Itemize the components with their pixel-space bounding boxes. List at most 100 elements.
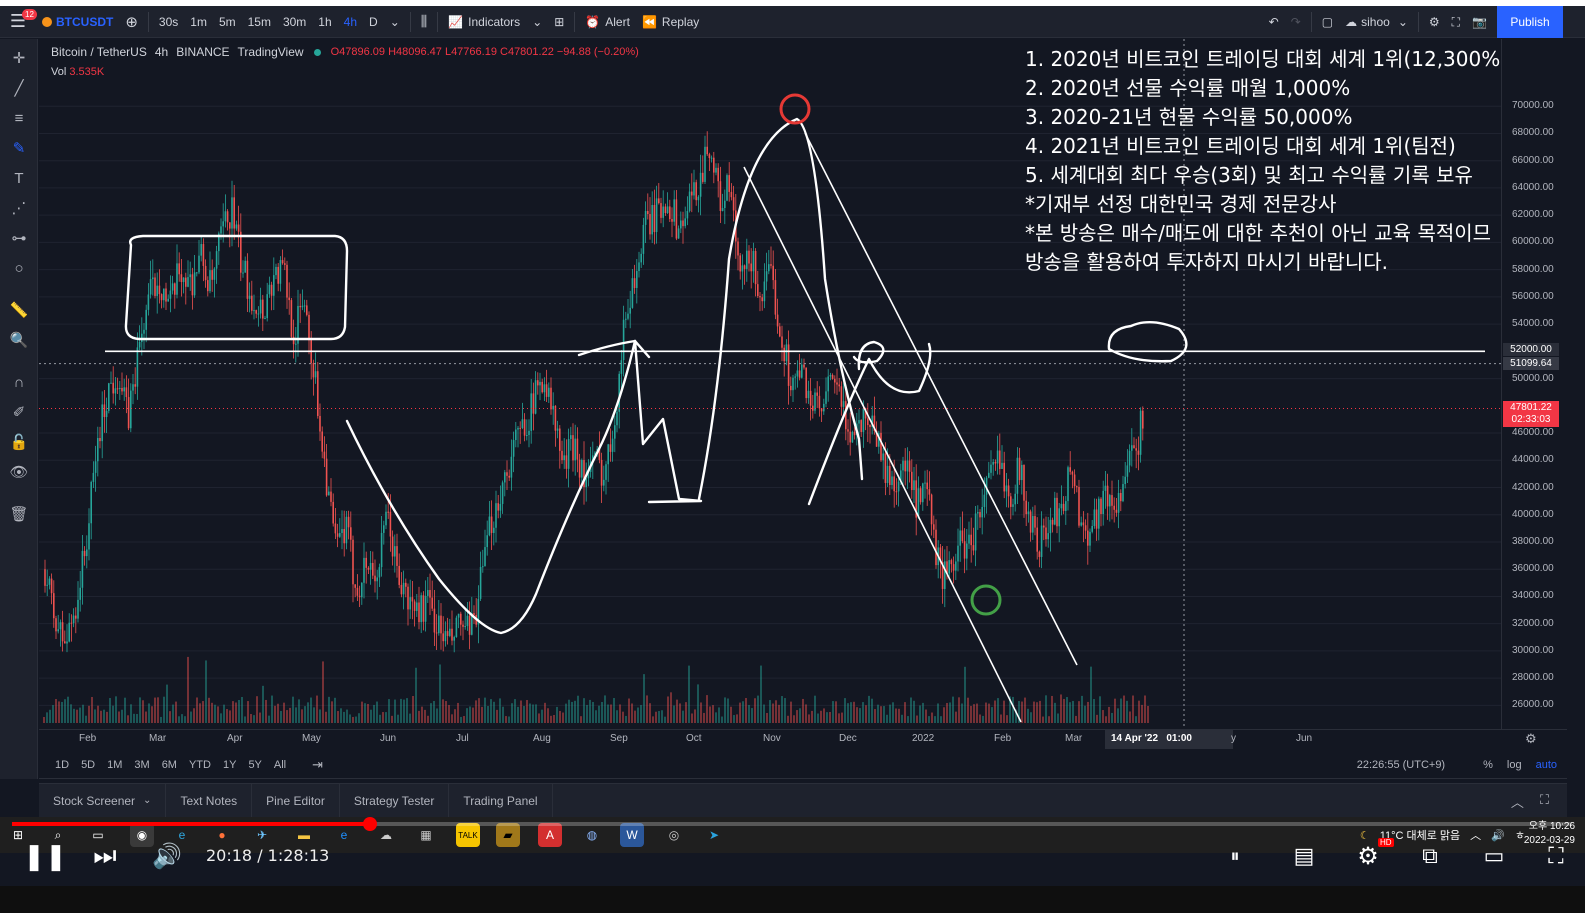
pattern-tool-icon[interactable]: ⋰: [8, 197, 30, 219]
candle-body: [55, 618, 57, 632]
range-6m[interactable]: 6M: [156, 759, 183, 771]
price-axis-label: 34000.00: [1512, 590, 1554, 602]
interval-4h[interactable]: 4h: [338, 6, 363, 38]
interval-30s[interactable]: 30s: [153, 6, 184, 38]
shapes-tool-icon[interactable]: ○: [8, 257, 30, 279]
range-all[interactable]: All: [268, 759, 292, 771]
candle-body: [1102, 490, 1104, 515]
video-scrubber-handle[interactable]: [363, 817, 378, 831]
range-1y[interactable]: 1Y: [217, 759, 242, 771]
candle-body: [904, 460, 906, 472]
tab-trading-panel[interactable]: Trading Panel: [449, 783, 553, 818]
range-5d[interactable]: 5D: [75, 759, 101, 771]
log-scale-toggle[interactable]: log: [1507, 759, 1522, 771]
candle-body: [90, 481, 92, 524]
candle-body: [930, 494, 933, 525]
volume-bar: [679, 703, 681, 723]
brush-tool-icon[interactable]: ✎: [8, 137, 30, 159]
interval-1m[interactable]: 1m: [184, 6, 213, 38]
volume-bar: [904, 702, 906, 723]
time-axis[interactable]: 14 Apr '22 01:00 y ⚙ Feb Mar Apr May Jun Jul A…: [39, 729, 1567, 749]
range-3m[interactable]: 3M: [128, 759, 155, 771]
volume-bar: [439, 664, 441, 723]
tab-text-notes[interactable]: Text Notes: [166, 783, 253, 818]
compare-symbol-button[interactable]: ⊕: [119, 6, 144, 38]
volume-bar: [613, 698, 615, 723]
video-progress-bar[interactable]: [12, 817, 1572, 831]
collapse-panel-icon[interactable]: ︿: [1511, 792, 1524, 811]
symbol-search-button[interactable]: BTCUSDT: [36, 6, 119, 38]
fullscreen-icon[interactable]: ⛶: [1538, 836, 1574, 876]
lock-icon[interactable]: 🔓: [8, 431, 30, 453]
tab-strategy-tester[interactable]: Strategy Tester: [340, 783, 450, 818]
chart-type-button[interactable]: ⫼: [415, 6, 433, 38]
magnet-icon[interactable]: ∩: [8, 371, 30, 393]
crosshair-tool-icon[interactable]: ✛: [8, 47, 30, 69]
interval-1h[interactable]: 1h: [312, 6, 337, 38]
volume-bar: [247, 701, 249, 723]
subtitles-icon[interactable]: ▤: [1286, 836, 1322, 876]
range-1d[interactable]: 1D: [49, 759, 75, 771]
fullscreen-button[interactable]: ⛶: [1446, 6, 1466, 38]
layout-name-button[interactable]: ☁ sihoo ⌄: [1339, 6, 1414, 38]
tab-pine-editor[interactable]: Pine Editor: [252, 783, 340, 818]
replay-button[interactable]: ⏪ Replay: [636, 6, 705, 38]
indicators-button[interactable]: 📈 Indicators ⌄: [442, 6, 548, 38]
tab-stock-screener[interactable]: Stock Screener ⌄: [39, 783, 167, 818]
templates-button[interactable]: ⊞: [548, 6, 570, 38]
maximize-panel-icon[interactable]: ⛶: [1540, 792, 1549, 811]
axis-settings-icon[interactable]: ⚙: [1525, 731, 1537, 747]
next-video-icon[interactable]: ⏭: [90, 836, 120, 876]
range-5y[interactable]: 5Y: [242, 759, 267, 771]
undo-button[interactable]: ↶: [1263, 6, 1285, 38]
eye-icon[interactable]: 👁: [8, 461, 30, 483]
interval-D[interactable]: D: [363, 6, 384, 38]
miniplayer-icon[interactable]: ⧉: [1412, 836, 1448, 876]
menu-button[interactable]: ☰ 12: [0, 6, 37, 38]
interval-30m[interactable]: 30m: [277, 6, 312, 38]
prediction-tool-icon[interactable]: ⊶: [8, 227, 30, 249]
publish-button[interactable]: Publish: [1497, 6, 1563, 38]
interval-15m[interactable]: 15m: [242, 6, 277, 38]
volume-bar: [406, 698, 408, 723]
volume-bar: [712, 705, 714, 723]
settings-button[interactable]: ⚙: [1423, 6, 1446, 38]
goto-date-icon[interactable]: ⇥: [306, 757, 329, 773]
alert-button[interactable]: ⏰ Alert: [579, 6, 636, 38]
candle-body: [895, 491, 898, 493]
volume-bar: [289, 707, 291, 723]
redo-button[interactable]: ↷: [1285, 6, 1307, 38]
trash-icon[interactable]: 🗑: [8, 503, 30, 525]
stay-drawing-icon[interactable]: ✐: [8, 401, 30, 423]
volume-bar: [856, 707, 858, 723]
zoom-in-icon[interactable]: 🔍: [8, 329, 30, 351]
percent-scale-toggle[interactable]: %: [1483, 759, 1493, 771]
volume-bar: [1060, 694, 1062, 723]
trend-line-tool-icon[interactable]: ╱: [8, 77, 30, 99]
autoplay-toggle-icon[interactable]: ⏸︎: [1212, 836, 1258, 876]
volume-bar: [154, 697, 156, 723]
pause-icon[interactable]: ❚❚: [23, 836, 67, 876]
candle-body: [303, 305, 306, 307]
volume-bar: [232, 701, 234, 723]
date-range-bar: 1D 5D 1M 3M 6M YTD 1Y 5Y All ⇥ 22:26:55 …: [39, 751, 1567, 779]
range-1m[interactable]: 1M: [101, 759, 128, 771]
range-ytd[interactable]: YTD: [183, 759, 217, 771]
price-axis[interactable]: 52000.00 51099.64 47801.22 02:33:03 7000…: [1501, 39, 1567, 729]
volume-bar: [115, 696, 117, 723]
theater-mode-icon[interactable]: ▭: [1476, 836, 1512, 876]
fib-tool-icon[interactable]: ≡: [8, 107, 30, 129]
chart-pane[interactable]: Bitcoin / TetherUS 4h BINANCE TradingVie…: [39, 39, 1501, 729]
notification-badge: 12: [22, 8, 37, 20]
text-tool-icon[interactable]: T: [8, 167, 30, 189]
snapshot-button[interactable]: 📷: [1466, 6, 1493, 38]
volume-icon[interactable]: 🔊: [150, 836, 184, 876]
timezone-clock[interactable]: 22:26:55 (UTC+9): [1357, 759, 1445, 771]
interval-dropdown[interactable]: ⌄: [384, 6, 406, 38]
auto-scale-toggle[interactable]: auto: [1536, 759, 1557, 771]
ruler-tool-icon[interactable]: 📏: [8, 299, 30, 321]
layout-button[interactable]: ▢: [1316, 6, 1339, 38]
volume-bar: [373, 704, 375, 723]
volume-bar: [223, 704, 225, 723]
interval-5m[interactable]: 5m: [213, 6, 242, 38]
